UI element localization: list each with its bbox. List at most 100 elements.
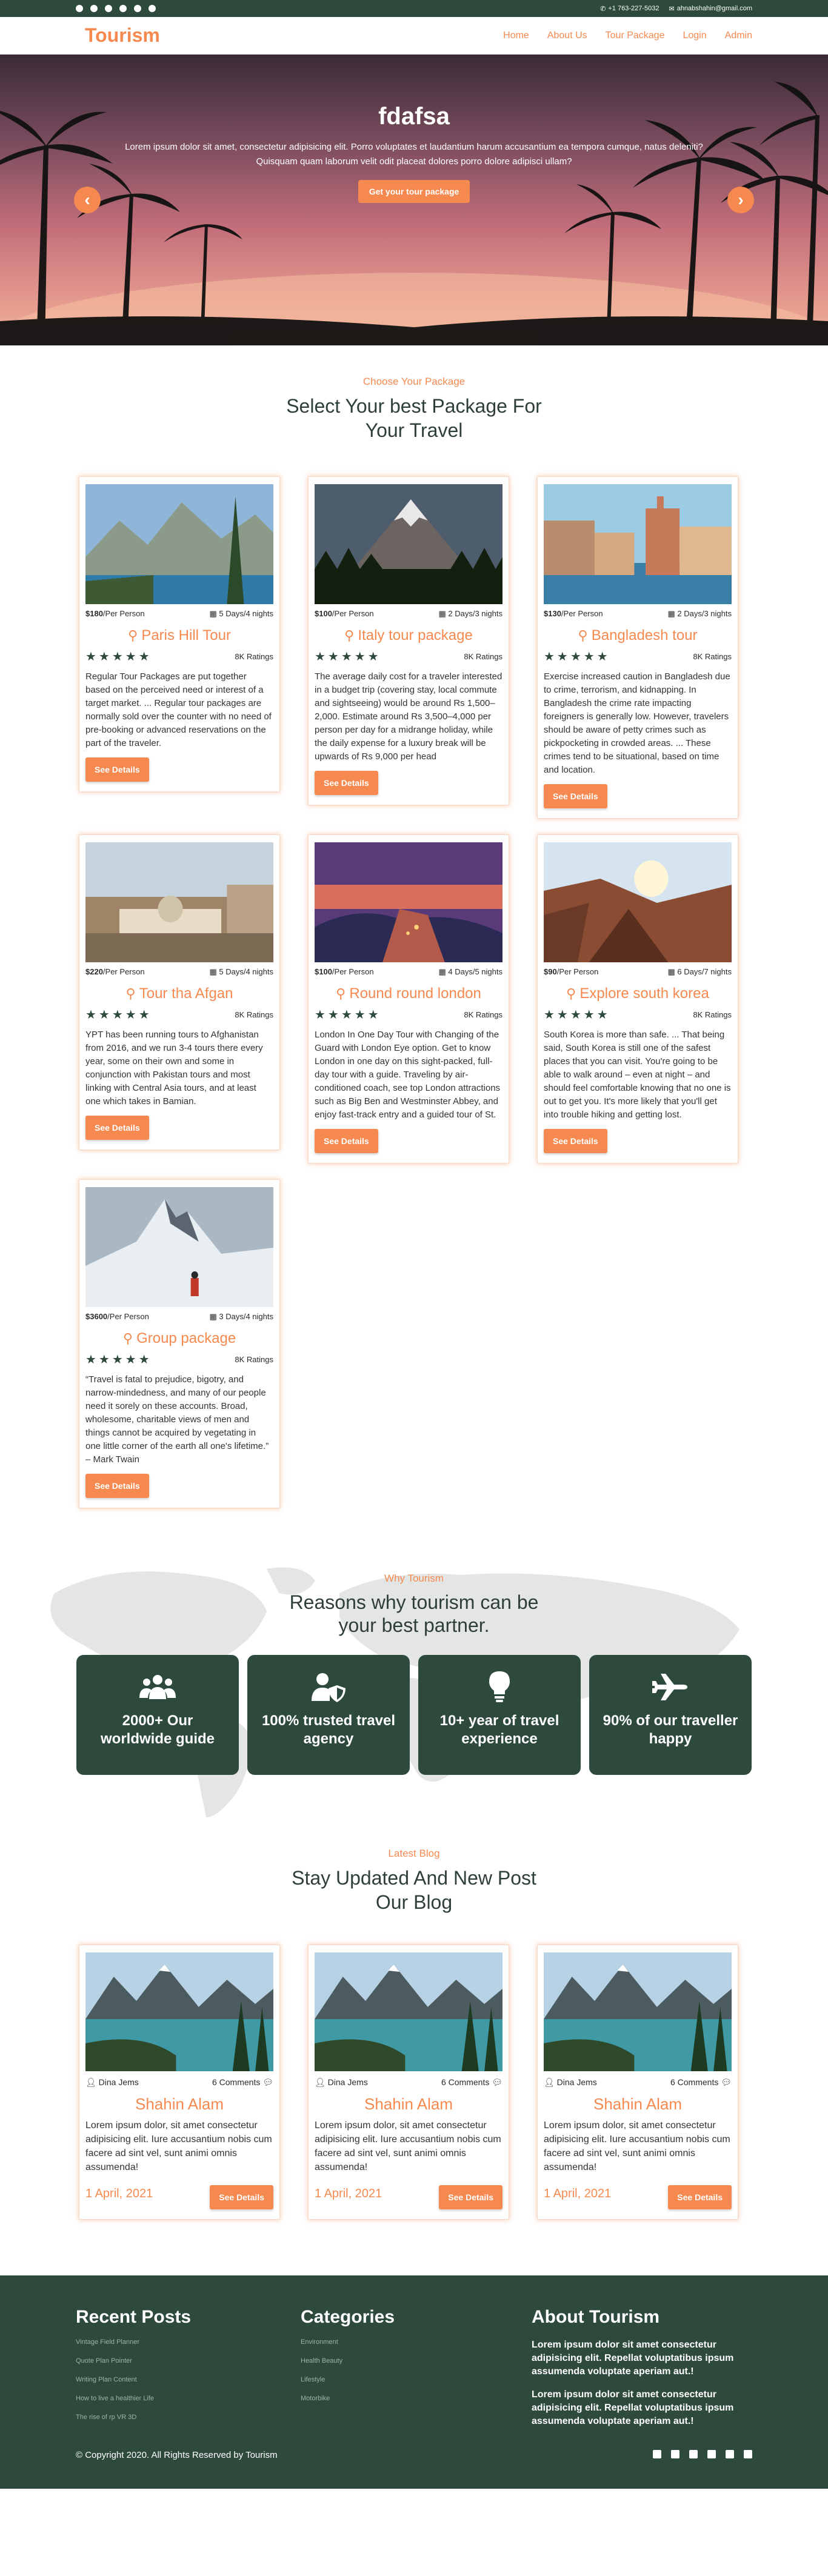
nav-about-us[interactable]: About Us	[547, 30, 587, 41]
see-details-button[interactable]: See Details	[668, 2185, 732, 2209]
blog-comments[interactable]: 6 Comments 💬︎	[670, 2077, 732, 2088]
nav-home[interactable]: Home	[503, 30, 529, 41]
lightbulb-icon	[418, 1671, 581, 1703]
blog-title[interactable]: Shahin Alam	[315, 2095, 502, 2114]
youtube-icon[interactable]	[119, 5, 127, 12]
footer-recent-link[interactable]: Vintage Field Planner	[76, 2338, 270, 2346]
rating-count: 8K Ratings	[235, 1355, 273, 1364]
location-pin-icon: ⚲	[566, 986, 580, 1001]
blog-card: 👤︎ Dina Jems 6 Comments 💬︎ Shahin Alam L…	[79, 1945, 280, 2220]
package-card: $3600/Per Person ▦ 3 Days/4 nights ⚲ Gro…	[79, 1179, 280, 1508]
location-pin-icon: ⚲	[344, 628, 358, 643]
package-price: $100/Per Person	[315, 967, 374, 976]
why-heading: Reasons why tourism can be your best part…	[289, 1591, 539, 1636]
package-card: $100/Per Person ▦ 2 Days/3 nights ⚲ Ital…	[308, 476, 509, 805]
blog-card: 👤︎ Dina Jems 6 Comments 💬︎ Shahin Alam L…	[308, 1945, 509, 2220]
package-title[interactable]: ⚲ Round round london	[315, 985, 502, 1002]
package-price: $100/Per Person	[315, 609, 374, 618]
nav-tour-package[interactable]: Tour Package	[606, 30, 665, 41]
footer-about-text: Lorem ipsum dolor sit amet consectetur a…	[532, 2340, 734, 2377]
location-pin-icon: ⚲	[336, 986, 350, 1001]
package-duration: ▦ 2 Days/3 nights	[667, 609, 732, 618]
facebook-icon[interactable]	[671, 2450, 679, 2458]
package-title[interactable]: ⚲ Group package	[85, 1330, 273, 1347]
see-details-button[interactable]: See Details	[85, 1116, 149, 1140]
whatsapp-icon[interactable]	[134, 5, 141, 12]
package-title[interactable]: ⚲ Bangladesh tour	[544, 627, 732, 644]
package-title[interactable]: ⚲ Tour tha Afgan	[85, 985, 273, 1002]
see-details-button[interactable]: See Details	[210, 2185, 273, 2209]
package-card: $90/Per Person ▦ 6 Days/7 nights ⚲ Explo…	[537, 834, 738, 1163]
footer-recent-title: Recent Posts	[76, 2307, 192, 2327]
see-details-button[interactable]: See Details	[439, 2185, 502, 2209]
footer-recent-link[interactable]: Writing Plan Content	[76, 2376, 270, 2383]
facebook-icon[interactable]	[90, 5, 98, 12]
why-card-text: 100% trusted travel agency	[261, 1712, 396, 1747]
see-details-button[interactable]: See Details	[544, 784, 607, 808]
top-bar: ✆ +1 763-227-5032 ✉ ahnabshahin@gmail.com	[0, 0, 828, 17]
blog-kicker: Latest Blog	[388, 1848, 440, 1859]
hero-carousel: ‹ › fdafsa Lorem ipsum dolor sit amet, c…	[0, 55, 828, 345]
blog-description: Lorem ipsum dolor, sit amet consectetur …	[315, 2120, 501, 2172]
package-duration: ▦ 2 Days/3 nights	[438, 609, 502, 618]
package-description: Regular Tour Packages are put together b…	[85, 671, 272, 748]
messenger-icon[interactable]	[689, 2450, 698, 2458]
package-description: London In One Day Tour with Changing of …	[315, 1030, 501, 1120]
why-card-experience: 10+ year of travel experience	[418, 1655, 581, 1775]
blog-date: 1 April, 2021	[544, 2186, 612, 2200]
see-details-button[interactable]: See Details	[315, 1129, 378, 1153]
package-card: $100/Per Person ▦ 4 Days/5 nights ⚲ Roun…	[308, 834, 509, 1163]
users-icon	[76, 1671, 239, 1703]
footer-recent-link[interactable]: Quote Plan Pointer	[76, 2357, 270, 2365]
packages-grid: $180/Per Person ▦ 5 Days/4 nights ⚲ Pari…	[79, 476, 828, 1508]
twitter-icon[interactable]	[105, 5, 112, 12]
see-details-button[interactable]: See Details	[544, 1129, 607, 1153]
see-details-button[interactable]: See Details	[85, 757, 149, 782]
rating-stars: ★★★★★	[315, 1008, 381, 1022]
see-details-button[interactable]: See Details	[85, 1474, 149, 1498]
rating-count: 8K Ratings	[464, 652, 502, 661]
navbar: Tourism Home About Us Tour Package Login…	[0, 17, 828, 55]
blog-grid: 👤︎ Dina Jems 6 Comments 💬︎ Shahin Alam L…	[79, 1945, 828, 2220]
footer-category-link[interactable]: Environment	[301, 2338, 501, 2346]
footer-category-link[interactable]: Health Beauty	[301, 2357, 501, 2365]
hero-title: fdafsa	[378, 103, 450, 130]
why-card-text: 90% of our traveller happy	[603, 1712, 738, 1747]
calendar-icon: ▦	[209, 967, 219, 976]
see-details-button[interactable]: See Details	[315, 771, 378, 795]
package-title[interactable]: ⚲ Paris Hill Tour	[85, 627, 273, 644]
footer-recent-link[interactable]: How to live a healthier Life	[76, 2395, 270, 2402]
footer: Recent Posts Vintage Field Planner Quote…	[0, 2275, 828, 2489]
get-tour-package-button[interactable]: Get your tour package	[358, 180, 470, 203]
instagram-icon[interactable]	[149, 5, 156, 12]
blog-comments[interactable]: 6 Comments 💬︎	[212, 2077, 273, 2088]
blog-title[interactable]: Shahin Alam	[85, 2095, 273, 2114]
package-duration: ▦ 6 Days/7 nights	[667, 967, 732, 976]
packages-heading: Select Your best Package For Your Travel	[286, 395, 542, 441]
package-description: Exercise increased caution in Bangladesh…	[544, 671, 730, 775]
nav-login[interactable]: Login	[683, 30, 706, 41]
rating-count: 8K Ratings	[693, 652, 732, 661]
footer-category-link[interactable]: Motorbike	[301, 2395, 501, 2402]
instagram-icon[interactable]	[653, 2450, 661, 2458]
linkedin-icon[interactable]	[707, 2450, 716, 2458]
package-price: $130/Per Person	[544, 609, 603, 618]
user-icon: 👤︎	[315, 2077, 328, 2087]
blog-title[interactable]: Shahin Alam	[544, 2095, 732, 2114]
footer-recent-link[interactable]: The rise of rp VR 3D	[76, 2414, 270, 2421]
youtube-icon[interactable]	[726, 2450, 734, 2458]
package-title[interactable]: ⚲ Explore south korea	[544, 985, 732, 1002]
blog-comments[interactable]: 6 Comments 💬︎	[441, 2077, 502, 2088]
brand-logo[interactable]: Tourism	[85, 24, 160, 47]
calendar-icon: ▦	[209, 1312, 219, 1321]
google-icon[interactable]	[76, 5, 83, 12]
package-title[interactable]: ⚲ Italy tour package	[315, 627, 502, 644]
location-pin-icon: ⚲	[125, 986, 139, 1001]
blog-image	[544, 1952, 732, 2071]
footer-category-link[interactable]: Lifestyle	[301, 2376, 501, 2383]
nav-admin[interactable]: Admin	[725, 30, 752, 41]
contact-info: ✆ +1 763-227-5032 ✉ ahnabshahin@gmail.com	[600, 5, 752, 13]
twitter-icon[interactable]	[744, 2450, 752, 2458]
rating-count: 8K Ratings	[235, 652, 273, 661]
why-card-happy: 90% of our traveller happy	[589, 1655, 752, 1775]
